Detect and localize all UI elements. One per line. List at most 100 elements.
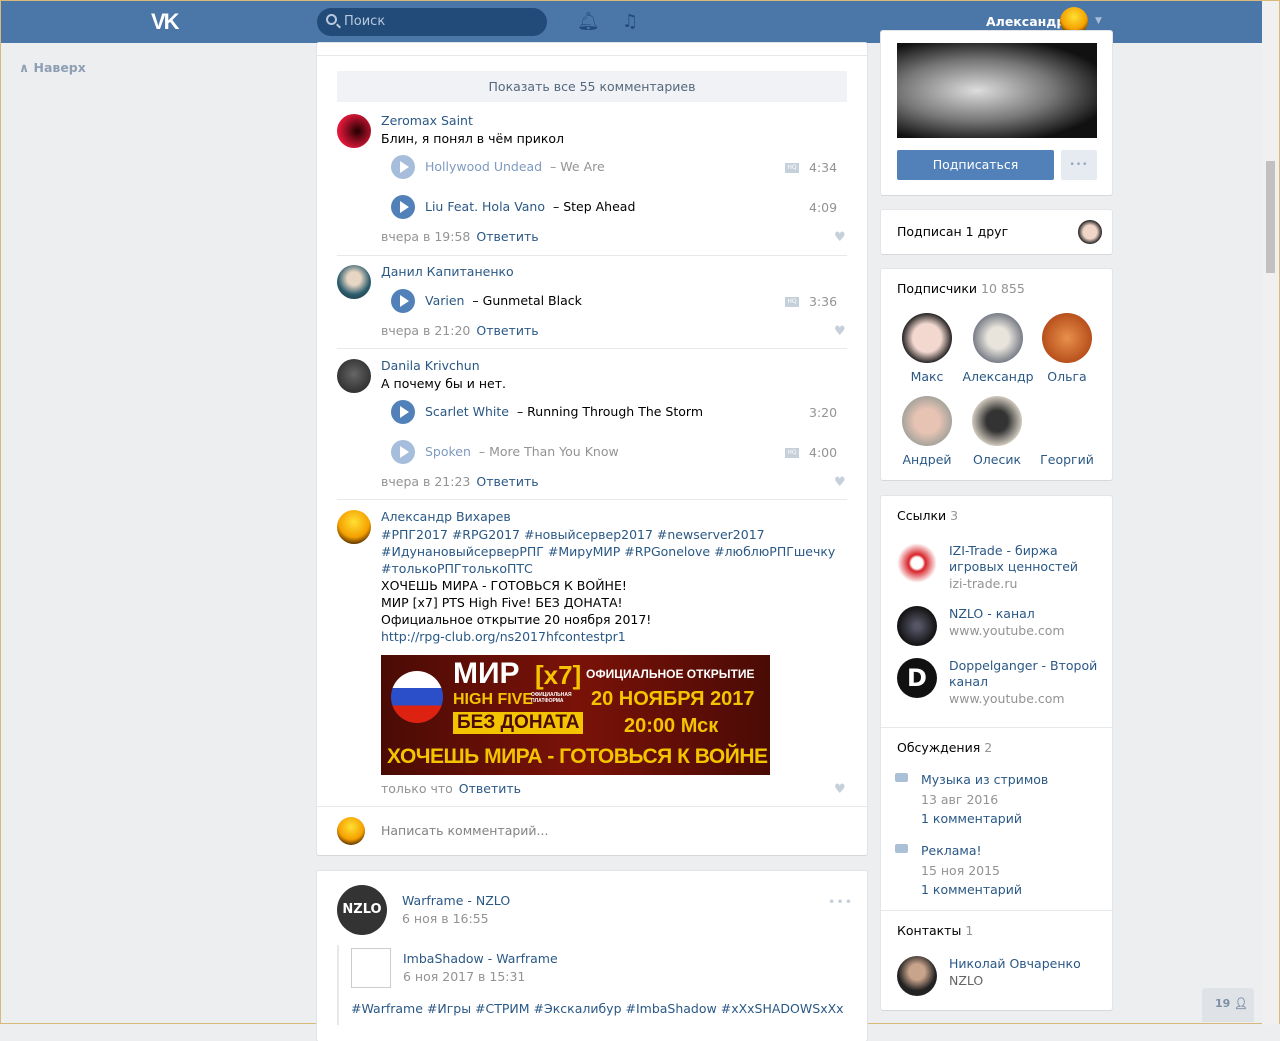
subscriber[interactable]: Макс [892, 313, 962, 384]
more-actions-button[interactable]: ••• [1061, 150, 1097, 180]
comment-time[interactable]: только что [381, 781, 453, 796]
audio-track[interactable]: Spoken – More Than You Know [425, 444, 619, 459]
track-artist[interactable]: Scarlet White [425, 404, 509, 419]
track-artist[interactable]: Hollywood Undead [425, 159, 542, 174]
external-link[interactable]: http://rpg-club.org/ns2017hfcontestpr1 [381, 628, 841, 645]
discussion-title[interactable]: Музыка из стримов [921, 772, 1048, 787]
scrollbar[interactable] [1262, 1, 1279, 1025]
my-avatar [337, 817, 365, 845]
post-avatar[interactable]: NZLO [337, 885, 387, 935]
track-artist[interactable]: Spoken [425, 444, 471, 459]
discussion-title[interactable]: Реклама! [921, 843, 982, 858]
comment-author[interactable]: Данил Капитаненко [381, 264, 514, 279]
comment-bubble-icon [895, 773, 908, 782]
repost-author[interactable]: ImbaShadow - Warframe [403, 951, 558, 966]
link-title[interactable]: IZI-Trade - биржа игровых ценностей [949, 543, 1078, 574]
track-title: Gunmetal Black [482, 293, 582, 308]
comment-avatar[interactable] [337, 359, 371, 393]
comment-avatar[interactable] [337, 510, 371, 544]
hashtags[interactable]: #РПГ2017 #RPG2017 #новыйсервер2017 #news… [381, 526, 841, 543]
post-time[interactable]: 6 ноя в 16:55 [402, 911, 489, 926]
audio-track[interactable]: Varien – Gunmetal Black [425, 293, 582, 308]
subscriber-name: Александр [962, 369, 1034, 384]
hashtags[interactable]: #толькоРПГтолькоПТС [381, 560, 841, 577]
play-button[interactable] [391, 155, 415, 179]
like-heart-icon[interactable]: ♥ [834, 230, 846, 245]
music-icon[interactable]: ♫ [622, 11, 638, 32]
link-title[interactable]: NZLO - канал [949, 606, 1035, 621]
track-artist[interactable]: Liu Feat. Hola Vano [425, 199, 545, 214]
divider [337, 255, 847, 256]
play-button[interactable] [391, 400, 415, 424]
post-author[interactable]: Warframe - NZLO [402, 893, 510, 908]
show-all-comments-button[interactable]: Показать все 55 комментариев [337, 71, 847, 102]
hashtags[interactable]: #ИдунановыйсерверРПГ #МируМИР #RPGonelov… [381, 543, 841, 560]
search-input[interactable]: Поиск [317, 8, 547, 36]
chevron-down-icon[interactable]: ▼ [1095, 16, 1102, 26]
globe-logo-icon [391, 671, 443, 723]
subscribe-button[interactable]: Подписаться [897, 150, 1054, 180]
banner-text: БЕЗ ДОНАТА [453, 712, 584, 734]
subscriber[interactable]: Георгий [1032, 396, 1102, 467]
comment-time[interactable]: вчера в 19:58 [381, 229, 470, 244]
audio-track[interactable]: Liu Feat. Hola Vano – Step Ahead [425, 199, 635, 214]
user-name[interactable]: Александр [986, 14, 1065, 29]
friends-card[interactable]: Подписан 1 друг [881, 210, 1112, 254]
vk-logo[interactable]: VK [151, 9, 180, 35]
track-title: We Are [560, 159, 605, 174]
friend-avatar[interactable] [1078, 220, 1102, 244]
subscriber[interactable]: Олесик [962, 396, 1032, 467]
comment-text: А почему бы и нет. [381, 376, 506, 391]
contacts-title[interactable]: Контакты 1 [897, 923, 973, 938]
post-hashtags[interactable]: #Warframe #Игры #СТРИМ #Экскалибур #Imba… [351, 1001, 844, 1016]
reply-link[interactable]: Ответить [476, 474, 538, 489]
comment-text: Блин, я понял в чём прикол [381, 131, 565, 146]
contact-name[interactable]: Николай Овчаренко [949, 956, 1081, 971]
comment-author[interactable]: Zeromax Saint [381, 113, 473, 128]
comment-author[interactable]: Александр Вихарев [381, 509, 511, 524]
play-button[interactable] [391, 195, 415, 219]
discussion-comments[interactable]: 1 комментарий [921, 882, 1022, 897]
hq-badge: HQ [785, 448, 799, 458]
banner-image[interactable]: МИР [x7] HIGH FIVE ОФИЦИАЛЬНАЯ ПЛАТФОРМА… [381, 655, 770, 775]
divider [337, 348, 847, 349]
reply-link[interactable]: Ответить [459, 781, 521, 796]
reply-link[interactable]: Ответить [476, 323, 538, 338]
reply-link[interactable]: Ответить [476, 229, 538, 244]
chevron-up-icon: ∧ [19, 60, 34, 75]
subscriber[interactable]: Александр [962, 313, 1034, 384]
comment-meta: только что Ответить [381, 781, 521, 796]
contacts-count: 1 [965, 923, 974, 938]
repost-time[interactable]: 6 ноя 2017 в 15:31 [403, 969, 525, 984]
play-button[interactable] [391, 289, 415, 313]
comment-bubble-icon [895, 844, 908, 853]
links-title[interactable]: Ссылки 3 [897, 508, 958, 523]
comment-input[interactable]: Написать комментарий... [381, 823, 548, 838]
audio-track[interactable]: Hollywood Undead – We Are [425, 159, 605, 174]
comment-author[interactable]: Danila Krivchun [381, 358, 480, 373]
comment-time[interactable]: вчера в 21:23 [381, 474, 470, 489]
comment-time[interactable]: вчера в 21:20 [381, 323, 470, 338]
friends-online-badge[interactable]: 19 👤︎ [1202, 988, 1254, 1022]
scroll-up-link[interactable]: ∧ Наверх [19, 60, 86, 75]
more-options-icon[interactable]: ••• [828, 894, 853, 909]
discussions-title[interactable]: Обсуждения 2 [897, 740, 992, 755]
link-avatar [897, 543, 937, 583]
subscriber[interactable]: Ольга [1032, 313, 1102, 384]
track-artist[interactable]: Varien [425, 293, 464, 308]
like-heart-icon[interactable]: ♥ [834, 475, 846, 490]
discussion-comments[interactable]: 1 комментарий [921, 811, 1022, 826]
track-title: Step Ahead [563, 199, 636, 214]
audio-track[interactable]: Scarlet White – Running Through The Stor… [425, 404, 703, 419]
like-heart-icon[interactable]: ♥ [834, 324, 846, 339]
info-card: Ссылки 3 IZI-Trade - биржа игровых ценнос… [881, 496, 1112, 1010]
link-title[interactable]: Doppelganger - Второй канал [949, 658, 1097, 689]
banner-text: МИР [453, 657, 520, 690]
comment-avatar[interactable] [337, 265, 371, 299]
comment-avatar[interactable] [337, 114, 371, 148]
like-heart-icon[interactable]: ♥ [834, 782, 846, 797]
play-button[interactable] [391, 440, 415, 464]
subscribers-title[interactable]: Подписчики 10 855 [897, 281, 1025, 296]
bell-icon[interactable]: 🔔︎ [577, 11, 600, 32]
subscriber[interactable]: Андрей [892, 396, 962, 467]
